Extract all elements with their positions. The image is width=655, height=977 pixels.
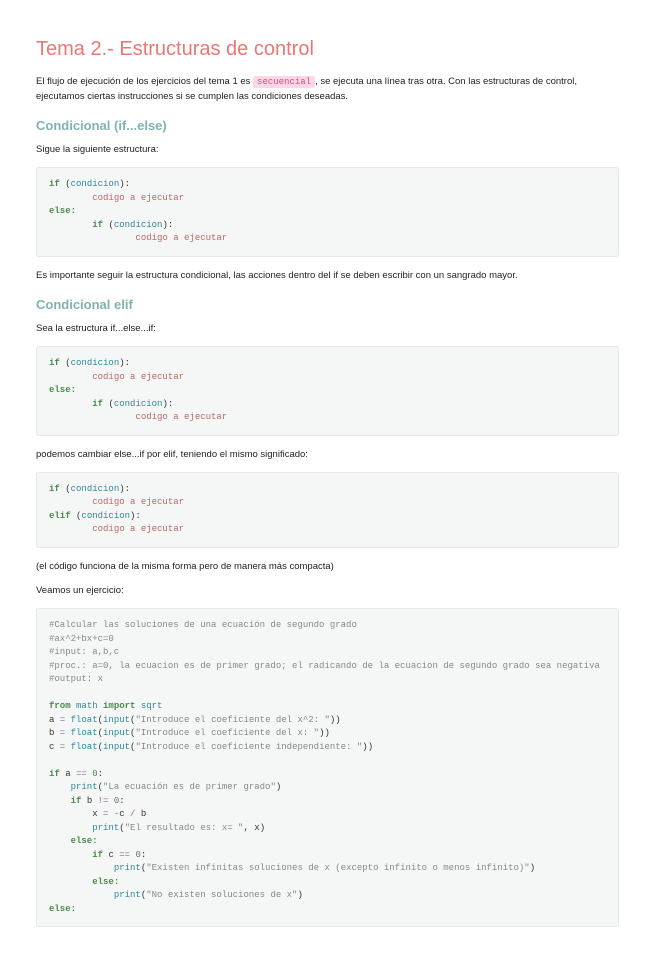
fn-print: print: [71, 782, 98, 792]
kw-from: from: [49, 701, 71, 711]
kw-if: if: [92, 850, 103, 860]
rp: ):: [119, 484, 130, 494]
rpp: ): [276, 782, 281, 792]
kw-import: import: [103, 701, 135, 711]
p-compacta: (el código funciona de la misma forma pe…: [36, 560, 619, 574]
rp: ):: [130, 511, 141, 521]
rpp: ): [325, 728, 330, 738]
colon: :: [119, 796, 124, 806]
heading-condicional: Condicional (if...else): [36, 118, 619, 133]
codigo: codigo a ejecutar: [92, 193, 184, 203]
rp: ):: [162, 220, 173, 230]
rp: ):: [119, 358, 130, 368]
condicion: condicion: [71, 179, 120, 189]
colon: :: [141, 850, 146, 860]
codigo: codigo a ejecutar: [135, 233, 227, 243]
codigo: codigo a ejecutar: [92, 497, 184, 507]
condicion: condicion: [71, 484, 120, 494]
str: "El resultado es: x= ": [125, 823, 244, 833]
fn-float: float: [71, 728, 98, 738]
condicion: condicion: [71, 358, 120, 368]
code-block-ifelseif: if (condicion): codigo a ejecutar else: …: [36, 346, 619, 436]
rpp: ): [260, 823, 265, 833]
condicion: condicion: [81, 511, 130, 521]
comment: #proc.: a=0, la ecuacion es de primer gr…: [49, 661, 600, 671]
kw-elif: elif: [49, 511, 71, 521]
comment: #Calcular las soluciones de una ecuación…: [49, 620, 357, 630]
rpp: ): [297, 890, 302, 900]
codigo: codigo a ejecutar: [92, 524, 184, 534]
str: "Introduce el coeficiente independiente:…: [135, 742, 362, 752]
str: "La ecuación es de primer grado": [103, 782, 276, 792]
kw-else: else:: [49, 904, 76, 914]
op-eq: =: [54, 742, 70, 752]
kw-if: if: [49, 769, 60, 779]
comment: #ax^2+bx+c=0: [49, 634, 114, 644]
op-deq: ==: [71, 769, 93, 779]
kw-if: if: [92, 399, 103, 409]
str: "Existen infinitas soluciones de x (exce…: [146, 863, 529, 873]
kw-if: if: [49, 484, 60, 494]
colon: :: [98, 769, 103, 779]
op-eq: =: [98, 809, 114, 819]
fn-print: print: [114, 863, 141, 873]
comment: #output: x: [49, 674, 103, 684]
p-importante: Es importante seguir la estructura condi…: [36, 269, 619, 283]
kw-if: if: [71, 796, 82, 806]
rpp: ): [335, 715, 340, 725]
page-title: Tema 2.- Estructuras de control: [36, 38, 619, 61]
rp: ):: [119, 179, 130, 189]
op-deq: ==: [114, 850, 136, 860]
op-div: /: [125, 809, 141, 819]
condicion: condicion: [114, 399, 163, 409]
fn-input: input: [103, 742, 130, 752]
highlight-secuencial: secuencial: [253, 76, 315, 88]
kw-if: if: [92, 220, 103, 230]
p-veamos: Veamos un ejercicio:: [36, 584, 619, 598]
rpp: ): [368, 742, 373, 752]
kw-if: if: [49, 179, 60, 189]
p-sea: Sea la estructura if...else...if:: [36, 322, 619, 336]
intro-paragraph: El flujo de ejecución de los ejercicios …: [36, 75, 619, 104]
str: "No existen soluciones de x": [146, 890, 297, 900]
intro-text-a: El flujo de ejecución de los ejercicios …: [36, 76, 253, 87]
fn-input: input: [103, 715, 130, 725]
kw-if: if: [49, 358, 60, 368]
p-cambiar: podemos cambiar else...if por elif, teni…: [36, 448, 619, 462]
condicion: condicion: [114, 220, 163, 230]
op-eq: =: [54, 728, 70, 738]
p-sigue: Sigue la siguiente estructura:: [36, 143, 619, 157]
kw-else: else:: [49, 385, 76, 395]
mod-math: math: [76, 701, 98, 711]
str: "Introduce el coeficiente del x: ": [135, 728, 319, 738]
op-eq: =: [54, 715, 70, 725]
kw-else: else:: [71, 836, 98, 846]
fn-input: input: [103, 728, 130, 738]
fn-float: float: [71, 742, 98, 752]
op-ne: !=: [92, 796, 114, 806]
heading-elif: Condicional elif: [36, 297, 619, 312]
code-block-elif: if (condicion): codigo a ejecutar elif (…: [36, 472, 619, 548]
kw-else: else:: [92, 877, 119, 887]
fn-print: print: [114, 890, 141, 900]
fn-float: float: [71, 715, 98, 725]
codigo: codigo a ejecutar: [135, 412, 227, 422]
rp: ):: [162, 399, 173, 409]
var-b: b: [141, 809, 146, 819]
str: "Introduce el coeficiente del x^2: ": [135, 715, 329, 725]
fn-print: print: [92, 823, 119, 833]
fn-sqrt: sqrt: [141, 701, 163, 711]
comment: #input: a,b,c: [49, 647, 119, 657]
code-block-ifelse: if (condicion): codigo a ejecutar else: …: [36, 167, 619, 257]
kw-else: else:: [49, 206, 76, 216]
code-block-ejercicio: #Calcular las soluciones de una ecuación…: [36, 608, 619, 927]
codigo: codigo a ejecutar: [92, 372, 184, 382]
rpp: ): [530, 863, 535, 873]
comma: ,: [243, 823, 254, 833]
